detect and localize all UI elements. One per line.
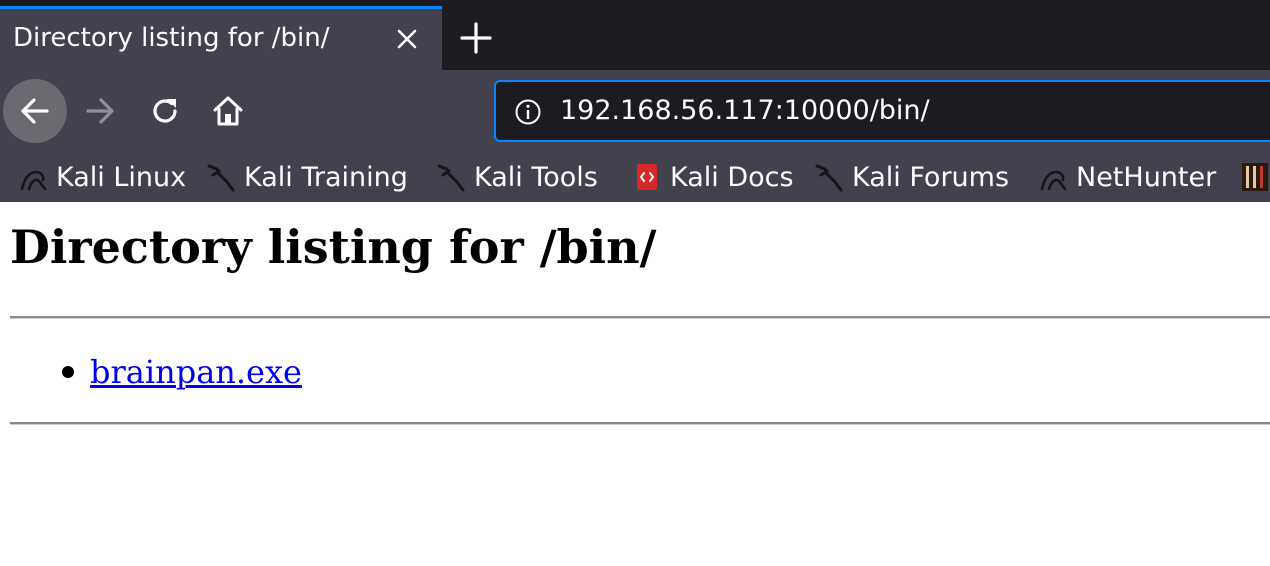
exploit-db-icon xyxy=(1242,163,1268,191)
list-item: brainpan.exe xyxy=(60,350,302,394)
bookmark-kali-linux[interactable]: Kali Linux xyxy=(18,157,186,197)
bookmark-overflow[interactable] xyxy=(1240,157,1270,197)
divider xyxy=(10,422,1270,425)
kali-docs-icon xyxy=(637,164,657,190)
bookmark-nethunter[interactable]: NetHunter xyxy=(1038,157,1216,197)
url-text[interactable]: 192.168.56.117:10000/bin/ xyxy=(560,95,930,126)
kali-sword-icon xyxy=(437,164,465,192)
home-icon xyxy=(213,96,243,126)
bookmark-kali-docs[interactable]: Kali Docs xyxy=(632,157,794,197)
bookmark-label: Kali Linux xyxy=(56,161,187,193)
tab-active[interactable]: Directory listing for /bin/ xyxy=(0,6,442,70)
bookmark-label: NetHunter xyxy=(1076,161,1217,193)
tab-title: Directory listing for /bin/ xyxy=(13,23,330,53)
bookmark-label: Kali Tools xyxy=(474,161,598,193)
close-icon[interactable] xyxy=(393,25,421,53)
file-list: brainpan.exe xyxy=(60,350,302,394)
file-link-brainpan[interactable]: brainpan.exe xyxy=(90,353,302,391)
info-icon[interactable] xyxy=(514,98,542,126)
bookmark-label: Kali Training xyxy=(244,161,408,193)
bookmark-kali-training[interactable]: Kali Training xyxy=(206,157,408,197)
navigation-toolbar: 192.168.56.117:10000/bin/ xyxy=(0,70,1270,152)
bullet-icon xyxy=(62,366,74,378)
bookmark-label: Kali Forums xyxy=(852,161,1010,193)
tab-strip: Directory listing for /bin/ xyxy=(0,0,1270,70)
kali-sword-icon xyxy=(815,164,843,192)
url-bar[interactable]: 192.168.56.117:10000/bin/ xyxy=(494,80,1270,142)
bookmarks-toolbar: Kali Linux Kali Training Kali Tools Kali… xyxy=(0,152,1270,202)
bookmark-label: Kali Docs xyxy=(670,161,794,193)
back-button[interactable] xyxy=(3,79,67,143)
kali-dragon-icon xyxy=(20,170,47,191)
plus-icon[interactable] xyxy=(456,18,496,58)
divider xyxy=(10,316,1270,319)
bookmark-kali-tools[interactable]: Kali Tools xyxy=(436,157,598,197)
browser-chrome: Directory listing for /bin/ 192.168.56.1… xyxy=(0,0,1270,202)
forward-button[interactable] xyxy=(68,79,132,143)
arrow-left-icon xyxy=(21,98,49,124)
page-title: Directory listing for /bin/ xyxy=(10,220,657,274)
arrow-right-icon xyxy=(86,98,114,124)
kali-dragon-icon xyxy=(1040,170,1067,191)
home-button[interactable] xyxy=(196,79,260,143)
kali-sword-icon xyxy=(207,164,235,192)
bookmark-kali-forums[interactable]: Kali Forums xyxy=(814,157,1009,197)
reload-button[interactable] xyxy=(133,79,197,143)
reload-icon xyxy=(153,99,177,123)
page-content: Directory listing for /bin/ brainpan.exe xyxy=(0,202,1270,566)
